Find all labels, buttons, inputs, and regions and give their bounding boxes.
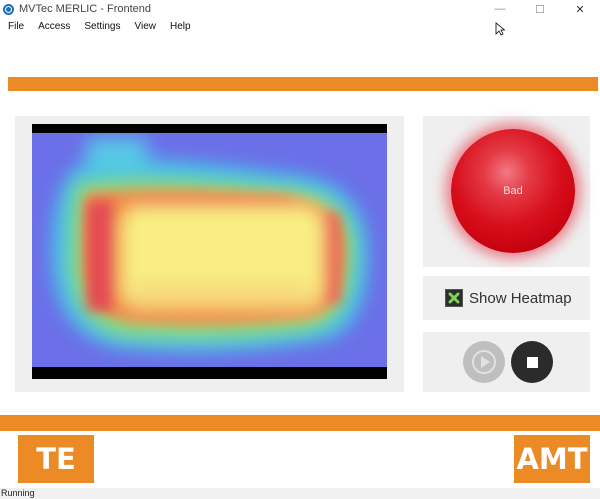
top-accent-bar — [8, 77, 598, 91]
window-controls: — ☐ ✕ — [480, 0, 600, 18]
app-logo-icon — [3, 3, 14, 15]
heatmap-image — [32, 133, 387, 367]
play-icon — [472, 350, 496, 374]
maximize-button[interactable]: ☐ — [520, 0, 560, 18]
heatmap-toggle-icon[interactable] — [445, 289, 463, 307]
menu-access[interactable]: Access — [30, 19, 76, 35]
bottom-accent-bar — [0, 415, 600, 431]
result-panel: Bad — [423, 116, 590, 267]
status-light: Bad — [451, 129, 575, 253]
status-bar: Running — [0, 488, 600, 499]
te-logo: TE — [18, 435, 94, 483]
menu-view[interactable]: View — [127, 19, 163, 35]
menu-bar: File Access Settings View Help — [0, 19, 600, 35]
amt-logo: AMT — [514, 435, 590, 483]
image-display-panel — [15, 116, 404, 392]
app-window: MVTec MERLIC - Frontend — ☐ ✕ File Acces… — [0, 0, 600, 499]
mouse-cursor-icon — [495, 22, 505, 36]
status-bar-text: Running — [1, 488, 35, 498]
image-viewer — [32, 124, 387, 379]
checkmark-icon — [448, 292, 460, 304]
menu-settings[interactable]: Settings — [76, 19, 126, 35]
stop-icon — [526, 356, 538, 368]
run-controls — [423, 332, 590, 392]
close-button[interactable]: ✕ — [560, 0, 600, 18]
play-button[interactable] — [463, 341, 505, 383]
menu-file[interactable]: File — [0, 19, 30, 35]
stop-button[interactable] — [511, 341, 553, 383]
window-title: MVTec MERLIC - Frontend — [19, 3, 152, 15]
show-heatmap-label: Show Heatmap — [469, 289, 572, 307]
status-text: Bad — [503, 185, 523, 197]
heatmap-graphic — [32, 133, 387, 367]
title-bar: MVTec MERLIC - Frontend — ☐ ✕ — [0, 0, 600, 18]
minimize-button[interactable]: — — [480, 0, 520, 18]
menu-help[interactable]: Help — [162, 19, 197, 35]
show-heatmap-toggle[interactable]: Show Heatmap — [423, 276, 590, 320]
